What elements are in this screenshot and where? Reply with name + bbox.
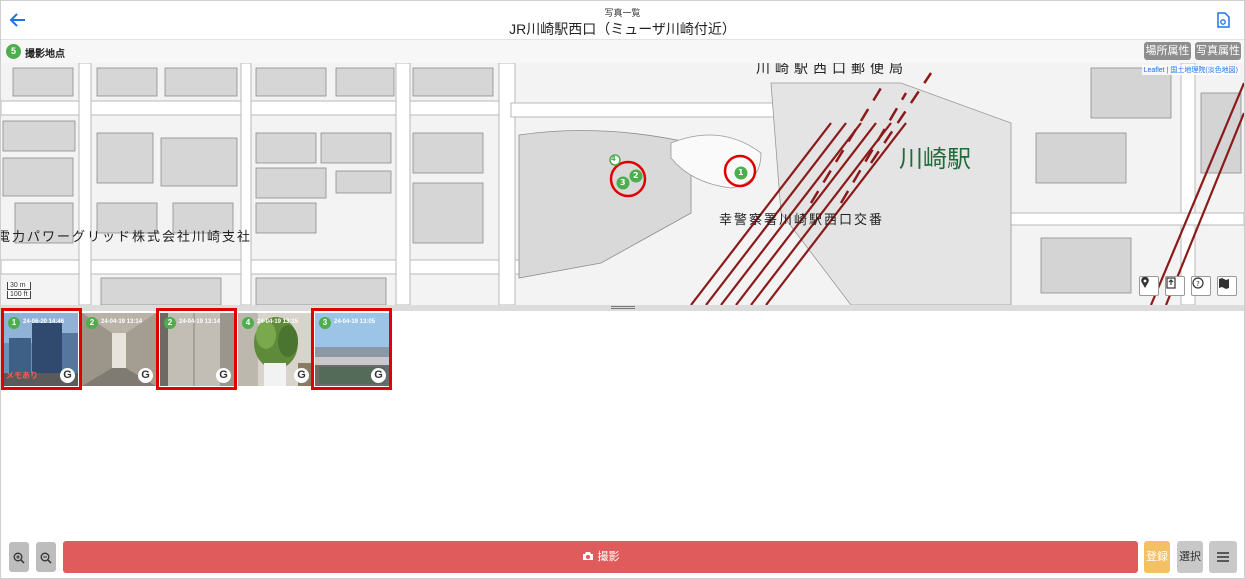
photo-selection-outline	[156, 308, 237, 390]
shoot-button-label: 撮影	[597, 551, 620, 563]
pin-icon	[1141, 277, 1149, 288]
menu-icon	[1217, 552, 1229, 562]
photo-number-badge: 4	[242, 317, 254, 329]
station-label: 川崎駅	[899, 145, 971, 173]
select-button[interactable]: 選択	[1177, 541, 1203, 573]
zoom-in-icon	[13, 552, 25, 564]
map-layer-button[interactable]	[1217, 276, 1237, 296]
map-marker-4[interactable]: 4	[611, 155, 616, 163]
page-title: JR川崎駅西口（ミューザ川崎付近）	[509, 21, 736, 37]
upload-button[interactable]	[1165, 276, 1185, 296]
google-badge-icon: G	[294, 368, 309, 383]
scale-metric: 30 m	[7, 282, 31, 290]
photo-thumbnail[interactable]: 4 24-04-19 13:15 G	[238, 313, 312, 386]
svg-text:?: ?	[1196, 280, 1200, 288]
map-attribution[interactable]: Leaflet | 国土地理院(淡色地図)	[1141, 65, 1240, 75]
map-view[interactable]: 川崎駅西口郵便局 川崎駅 幸警察署川崎駅西口交番 電力パワーグリッド株式会社川崎…	[1, 63, 1244, 305]
zoom-out-icon	[40, 552, 52, 564]
scale-imperial: 100 ft	[7, 291, 31, 299]
upload-icon	[1166, 277, 1176, 289]
map-scale: 30 m 100 ft	[7, 282, 31, 300]
page-subtitle: 写真一覧	[604, 8, 641, 18]
post-office-label: 川崎駅西口郵便局	[756, 63, 908, 77]
shoot-button[interactable]: 撮影	[63, 541, 1138, 573]
register-button[interactable]: 登録	[1144, 541, 1170, 573]
police-box-label: 幸警察署川崎駅西口交番	[719, 213, 885, 228]
document-icon	[1217, 12, 1230, 28]
location-label: 撮影地点	[25, 49, 65, 60]
location-count-badge: 5	[6, 44, 21, 59]
photo-date: 24-04-19 13:14	[101, 319, 143, 325]
map-marker-3[interactable]: 3	[620, 178, 626, 187]
document-button[interactable]	[1216, 12, 1230, 28]
menu-button[interactable]	[1209, 541, 1237, 573]
help-button[interactable]: ?	[1191, 276, 1211, 296]
photo-date: 24-04-19 13:15	[257, 319, 299, 325]
zoom-out-button[interactable]	[36, 542, 56, 572]
photo-selection-outline	[311, 308, 392, 390]
location-pin-button[interactable]	[1139, 276, 1159, 296]
camera-icon	[582, 552, 593, 560]
photo-number-badge: 2	[86, 317, 98, 329]
map-marker-1[interactable]: 1	[738, 168, 744, 177]
google-badge-icon: G	[138, 368, 153, 383]
photo-thumbnail[interactable]: 2 24-04-19 13:14 G	[82, 313, 156, 386]
help-icon: ?	[1192, 277, 1204, 289]
header: 写真一覧 JR川崎駅西口（ミューザ川崎付近）	[1, 1, 1244, 40]
photo-selection-outline	[1, 308, 82, 390]
map-marker-2[interactable]: 2	[633, 171, 639, 180]
map-icon	[1219, 278, 1229, 289]
photo-attribute-button[interactable]: 写真属性	[1195, 42, 1241, 60]
photo-list: 1 24-06-20 14:46 メモあり G 2 24-04-19 13:14…	[1, 308, 1244, 531]
location-bar: 5 撮影地点 場所属性 写真属性	[1, 40, 1244, 63]
place-attribute-button[interactable]: 場所属性	[1144, 42, 1191, 60]
zoom-in-button[interactable]	[9, 542, 29, 572]
company-label: 電力パワーグリッド株式会社川崎支社	[1, 230, 253, 245]
